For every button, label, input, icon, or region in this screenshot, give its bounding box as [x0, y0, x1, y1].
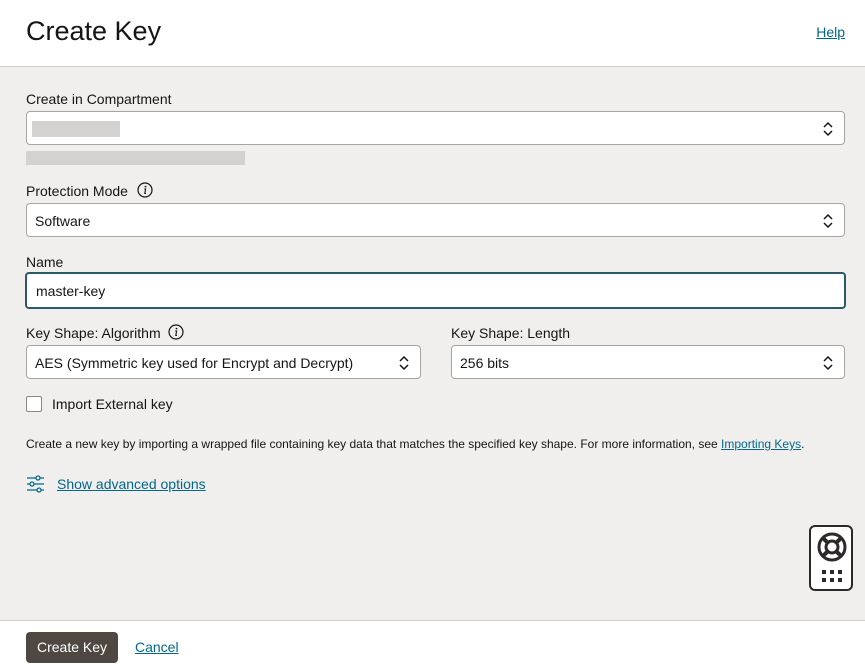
- protection-mode-select[interactable]: Software: [26, 203, 845, 237]
- create-key-button[interactable]: Create Key: [26, 632, 119, 663]
- show-advanced-options[interactable]: Show advanced options: [26, 474, 206, 494]
- algorithm-value: AES (Symmetric key used for Encrypt and …: [35, 355, 354, 371]
- sliders-icon: [27, 475, 44, 493]
- chevron-updown-icon: [823, 213, 833, 229]
- length-label: Key Shape: Length: [451, 325, 571, 341]
- cancel-link[interactable]: Cancel: [135, 639, 179, 655]
- lifebuoy-icon[interactable]: [817, 532, 847, 562]
- floating-help-widget[interactable]: [809, 525, 853, 591]
- page-header: Create Key Help: [0, 0, 865, 67]
- help-link[interactable]: Help: [816, 24, 845, 40]
- name-label: Name: [26, 254, 64, 270]
- importing-keys-link[interactable]: Importing Keys: [721, 437, 801, 451]
- import-external-checkbox[interactable]: [26, 396, 42, 412]
- import-external-label: Import External key: [52, 396, 173, 412]
- length-value: 256 bits: [460, 355, 510, 371]
- page-title: Create Key: [26, 16, 162, 46]
- page-footer: Create Key Cancel: [0, 620, 865, 670]
- chevron-updown-icon: [823, 121, 833, 137]
- algorithm-label: Key Shape: Algorithm: [26, 325, 161, 341]
- protection-mode-label: Protection Mode: [26, 183, 128, 199]
- info-icon[interactable]: [137, 182, 153, 198]
- import-note-text: Create a new key by importing a wrapped …: [26, 437, 722, 451]
- compartment-label: Create in Compartment: [26, 91, 172, 107]
- compartment-value-redacted: [32, 121, 120, 137]
- compartment-path-redacted: [26, 151, 245, 165]
- chevron-updown-icon: [399, 355, 409, 371]
- import-note: Create a new key by importing a wrapped …: [26, 437, 804, 451]
- grid-icon[interactable]: [821, 569, 843, 583]
- compartment-select[interactable]: [26, 111, 845, 145]
- length-select[interactable]: 256 bits: [451, 345, 845, 379]
- protection-mode-value: Software: [35, 213, 91, 229]
- form-panel: Create in Compartment Protection Mode So…: [0, 67, 865, 620]
- info-icon[interactable]: [168, 324, 184, 340]
- import-note-suffix: .: [801, 437, 805, 451]
- name-value: master-key: [36, 283, 106, 299]
- name-input[interactable]: master-key: [25, 272, 846, 309]
- show-advanced-label: Show advanced options: [57, 476, 206, 492]
- algorithm-select[interactable]: AES (Symmetric key used for Encrypt and …: [26, 345, 421, 379]
- chevron-updown-icon: [823, 355, 833, 371]
